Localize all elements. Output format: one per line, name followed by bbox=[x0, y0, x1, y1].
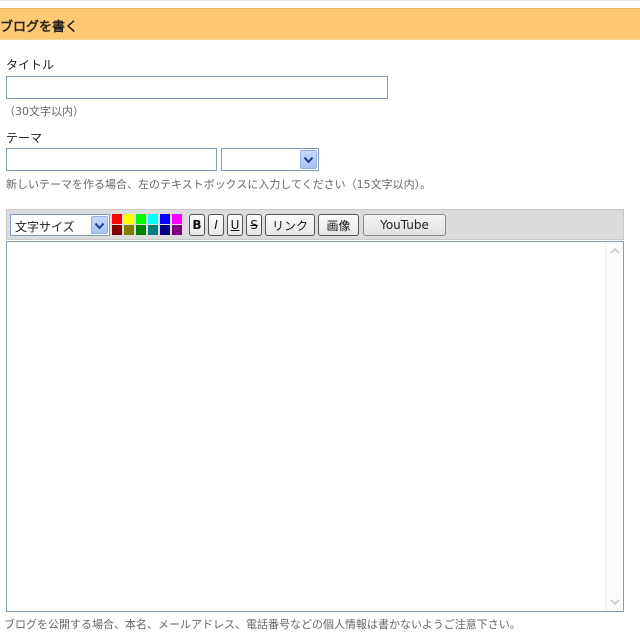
page-title: ブログを書く bbox=[0, 20, 79, 35]
color-swatch[interactable] bbox=[136, 225, 146, 235]
link-button[interactable]: リンク bbox=[265, 214, 315, 236]
theme-hint: 新しいテーマを作る場合、左のテキストボックスに入力してください（15文字以内）。 bbox=[6, 178, 432, 191]
image-button[interactable]: 画像 bbox=[318, 214, 359, 236]
body-textarea[interactable] bbox=[7, 242, 605, 611]
youtube-button[interactable]: YouTube bbox=[363, 214, 446, 236]
color-swatch[interactable] bbox=[148, 214, 158, 224]
color-swatch[interactable] bbox=[124, 225, 134, 235]
theme-select[interactable] bbox=[221, 148, 319, 171]
editor-body bbox=[6, 241, 624, 612]
italic-button[interactable]: I bbox=[208, 214, 224, 236]
title-hint: （30文字以内） bbox=[4, 105, 84, 118]
color-palette bbox=[112, 214, 186, 236]
color-swatch[interactable] bbox=[112, 214, 122, 224]
title-input[interactable] bbox=[6, 76, 388, 99]
color-swatch[interactable] bbox=[172, 214, 182, 224]
color-swatch[interactable] bbox=[160, 214, 170, 224]
theme-input[interactable] bbox=[6, 148, 217, 171]
font-size-select-value: 文字サイズ bbox=[15, 220, 75, 234]
color-swatch[interactable] bbox=[112, 225, 122, 235]
bold-button[interactable]: B bbox=[189, 214, 205, 236]
editor-toolbar: 文字サイズ B I U S リンク 画像 YouTube bbox=[6, 209, 624, 240]
color-swatch[interactable] bbox=[136, 214, 146, 224]
privacy-note: ブログを公開する場合、本名、メールアドレス、電話番号などの個人情報は書かないよう… bbox=[4, 618, 521, 631]
page-header: ブログを書く bbox=[0, 8, 640, 40]
color-swatch[interactable] bbox=[172, 225, 182, 235]
editor-scrollbar[interactable] bbox=[605, 242, 623, 611]
theme-label: テーマ bbox=[6, 131, 43, 145]
font-size-select[interactable]: 文字サイズ bbox=[10, 214, 110, 236]
chevron-down-icon[interactable] bbox=[300, 150, 317, 169]
title-label: タイトル bbox=[6, 58, 55, 72]
scroll-up-icon[interactable] bbox=[607, 243, 623, 259]
top-divider bbox=[0, 0, 640, 1]
strikethrough-button[interactable]: S bbox=[246, 214, 262, 236]
color-swatch[interactable] bbox=[124, 214, 134, 224]
scroll-down-icon[interactable] bbox=[607, 594, 623, 610]
chevron-down-icon[interactable] bbox=[91, 216, 108, 234]
color-swatch[interactable] bbox=[148, 225, 158, 235]
underline-button[interactable]: U bbox=[227, 214, 243, 236]
color-swatch[interactable] bbox=[160, 225, 170, 235]
